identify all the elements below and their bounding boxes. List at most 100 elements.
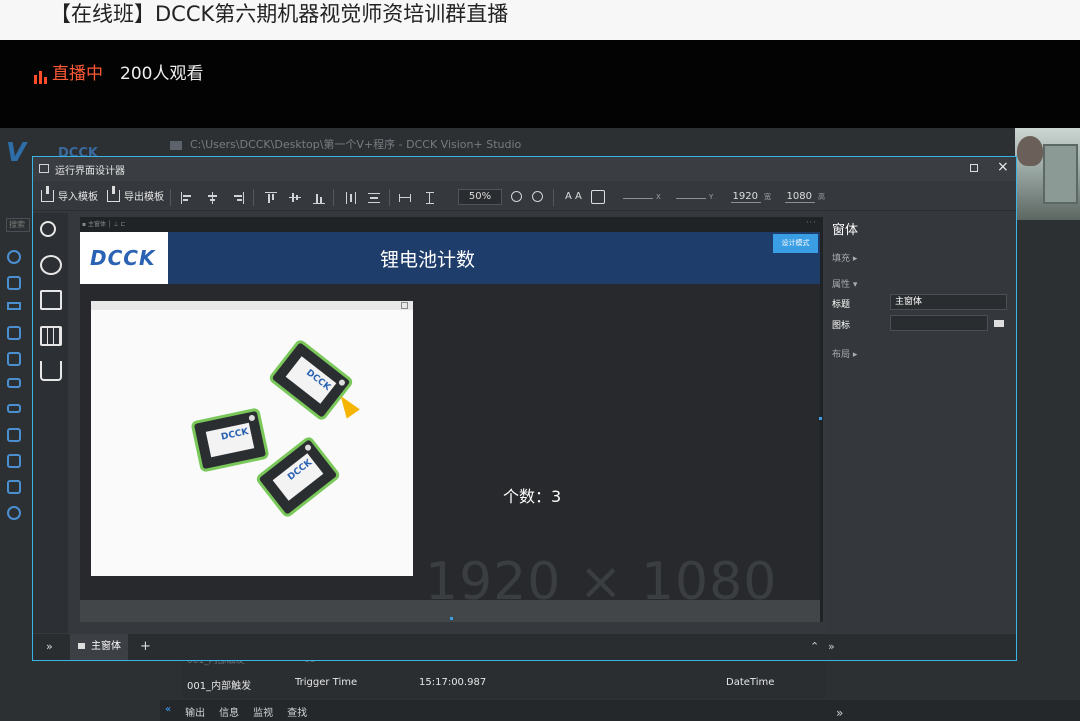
live-bars-icon bbox=[34, 70, 47, 84]
tab-info[interactable]: 信息 bbox=[219, 704, 239, 719]
x-field[interactable]: X bbox=[623, 191, 661, 202]
zoom-in-icon[interactable] bbox=[511, 191, 522, 202]
import-template-button[interactable]: 导入模板 bbox=[41, 185, 98, 203]
border-color-icon[interactable] bbox=[591, 190, 605, 204]
icon-field[interactable] bbox=[890, 315, 988, 331]
resize-handle[interactable] bbox=[819, 417, 822, 420]
zoom-level[interactable]: 50% bbox=[458, 189, 502, 205]
count-label[interactable]: 个数：3 bbox=[503, 483, 561, 507]
form-preview[interactable]: DCCK 锂电池计数 设计模式 DCCK DCCK DCCK 个数：3 1920… bbox=[80, 232, 820, 622]
window-icon bbox=[39, 164, 49, 173]
viewer-count: 200人观看 bbox=[120, 64, 204, 84]
maximize-button[interactable] bbox=[970, 164, 978, 172]
live-indicator: 直播中 bbox=[34, 64, 103, 84]
height-field[interactable]: 1080 高 bbox=[785, 191, 825, 203]
collapse-icon[interactable]: » bbox=[46, 640, 53, 653]
display-icon[interactable] bbox=[7, 326, 21, 340]
grid-table-icon[interactable] bbox=[40, 326, 62, 346]
chart-icon[interactable] bbox=[7, 352, 21, 366]
icon-label: 图标 bbox=[832, 321, 851, 331]
image-display-icon[interactable] bbox=[40, 255, 62, 275]
fullscreen-icon[interactable] bbox=[401, 302, 408, 309]
align-center-icon[interactable] bbox=[207, 192, 219, 204]
same-width-icon[interactable] bbox=[399, 192, 411, 204]
table-icon[interactable] bbox=[7, 454, 21, 468]
import-icon bbox=[41, 185, 54, 202]
align-bottom-icon[interactable] bbox=[313, 192, 325, 204]
export-template-button[interactable]: 导出模板 bbox=[107, 185, 164, 203]
fill-group[interactable]: 填充 ▸ bbox=[832, 251, 857, 264]
log-row[interactable]: 001_内部触发 Trigger Time 15:17:00.987 DateT… bbox=[182, 674, 827, 692]
output-tabs: « 输出 信息 监视 查找 bbox=[165, 704, 307, 719]
control-toolbox bbox=[33, 213, 68, 633]
tab-main-form[interactable]: 主窗体 bbox=[70, 634, 128, 660]
tab-monitor[interactable]: 监视 bbox=[253, 704, 273, 719]
width-field[interactable]: 1920 宽 bbox=[731, 191, 771, 203]
dialog-title-bar: 运行界面设计器 × bbox=[33, 157, 1016, 181]
magnifier-icon[interactable] bbox=[40, 221, 56, 237]
modules-icon[interactable] bbox=[7, 428, 21, 442]
collapse-left-icon[interactable]: « bbox=[165, 704, 171, 719]
form-logo[interactable]: DCCK bbox=[80, 232, 168, 284]
align-left-icon[interactable] bbox=[181, 192, 193, 204]
dialog-title: 运行界面设计器 bbox=[55, 166, 125, 177]
studio-logo-v: V bbox=[6, 138, 26, 168]
search-input[interactable]: 搜索 bbox=[6, 218, 30, 232]
title-label: 标题 bbox=[832, 300, 851, 310]
home-icon bbox=[78, 643, 85, 649]
folder-icon bbox=[170, 140, 182, 150]
transfer-icon[interactable] bbox=[7, 302, 21, 310]
stream-title: 【在线班】DCCK第六期机器视觉师资培训群直播 bbox=[50, 2, 509, 26]
tab-find[interactable]: 查找 bbox=[287, 704, 307, 719]
stream-title-bar: 【在线班】DCCK第六期机器视觉师资培训群直播 bbox=[0, 0, 1080, 40]
crown-icon[interactable] bbox=[40, 361, 62, 381]
attributes-group[interactable]: 属性 ▾ bbox=[832, 277, 857, 290]
align-right-icon[interactable] bbox=[232, 192, 244, 204]
property-panel: 窗体 填充 ▸ 属性 ▾ 标题 主窗体 图标 布局 ▸ bbox=[826, 213, 1016, 633]
designer-toolbar: 导入模板 导出模板 50% A A X Y 1920 宽 1080 高 bbox=[33, 183, 1016, 211]
chevron-up-icon[interactable]: ⌃ bbox=[810, 640, 819, 653]
camera-icon[interactable] bbox=[7, 250, 21, 264]
file-icon[interactable] bbox=[7, 480, 21, 494]
add-tab-button[interactable]: + bbox=[140, 639, 151, 654]
align-middle-icon[interactable] bbox=[289, 192, 301, 204]
y-field[interactable]: Y bbox=[676, 191, 713, 202]
font-icon[interactable]: A A bbox=[565, 191, 582, 202]
form-header: DCCK 锂电池计数 设计模式 bbox=[80, 232, 820, 284]
same-height-icon[interactable] bbox=[424, 192, 436, 204]
property-heading: 窗体 bbox=[832, 223, 859, 238]
expand-right-icon[interactable]: » bbox=[836, 706, 843, 720]
live-area: 直播中 200人观看 bbox=[0, 40, 1080, 128]
dialog-tab-bar: » 主窗体 + ⌃ » bbox=[33, 634, 1016, 660]
expand-icon[interactable]: » bbox=[828, 640, 835, 653]
flow-icon[interactable] bbox=[7, 378, 21, 388]
textbox-icon[interactable] bbox=[40, 290, 62, 310]
design-canvas: ▪ 主窗体 │ ⊥ ⊏ ··· DCCK 锂电池计数 设计模式 DCCK DCC… bbox=[80, 217, 823, 622]
zoom-out-icon[interactable] bbox=[532, 191, 543, 202]
tab-output[interactable]: 输出 bbox=[185, 704, 205, 719]
io-icon[interactable] bbox=[7, 404, 21, 413]
window-path: C:\Users\DCCK\Desktop\第一个V+程序 - DCCK Vis… bbox=[170, 136, 521, 152]
live-label: 直播中 bbox=[52, 64, 103, 84]
distribute-vertical-icon[interactable] bbox=[368, 192, 380, 204]
distribute-horizontal-icon[interactable] bbox=[345, 192, 357, 204]
canvas-mini-toolbar: ▪ 主窗体 │ ⊥ ⊏ bbox=[82, 221, 126, 228]
layout-group[interactable]: 布局 ▸ bbox=[832, 347, 857, 360]
designer-dialog: 运行界面设计器 × 导入模板 导出模板 50% A A X Y 1920 宽 1… bbox=[32, 156, 1017, 661]
image-icon[interactable] bbox=[7, 276, 21, 290]
image-display-control[interactable]: DCCK DCCK DCCK bbox=[91, 301, 413, 576]
resize-handle[interactable] bbox=[450, 617, 453, 620]
canvas-more-icon[interactable]: ··· bbox=[806, 218, 817, 227]
title-field[interactable]: 主窗体 bbox=[890, 294, 1007, 310]
studio-screen: V DCCK C:\Users\DCCK\Desktop\第一个V+程序 - D… bbox=[0, 128, 1080, 721]
design-mode-button[interactable]: 设计模式 bbox=[773, 234, 818, 253]
form-main-title[interactable]: 锂电池计数 bbox=[380, 245, 475, 272]
studio-left-rail: 搜索 bbox=[0, 208, 30, 648]
close-button[interactable]: × bbox=[997, 159, 1009, 175]
export-icon bbox=[107, 185, 120, 202]
folder-icon[interactable] bbox=[994, 320, 1004, 327]
webcam-overlay bbox=[1015, 128, 1080, 220]
network-icon[interactable] bbox=[7, 506, 21, 520]
align-top-icon[interactable] bbox=[265, 192, 277, 204]
battery-item: DCCK bbox=[190, 407, 270, 473]
